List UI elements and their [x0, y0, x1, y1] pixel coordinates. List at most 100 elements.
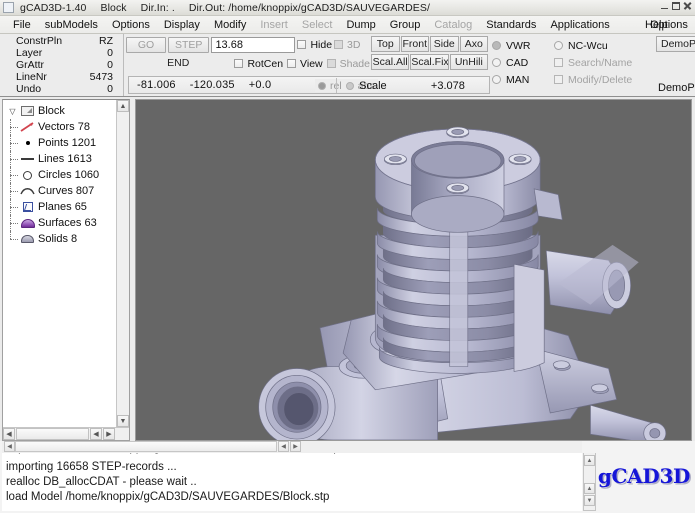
radio-icon[interactable]: [492, 41, 501, 50]
command-button-row: GO STEP 13.68 Hide 3D: [126, 36, 370, 53]
scale-fix-button[interactable]: Scal.Fix: [410, 54, 449, 70]
mode-cad[interactable]: CAD: [492, 54, 550, 71]
view-checkbox[interactable]: View: [287, 58, 323, 70]
scroll-down-arrow-icon[interactable]: ▼: [117, 415, 129, 427]
mode-vwr-label: VWR: [506, 39, 531, 52]
scrollbar-thumb[interactable]: [16, 428, 89, 440]
tree-node-surfaces[interactable]: Surfaces 63: [3, 215, 129, 231]
scroll-left-arrow-icon[interactable]: ◀: [4, 441, 15, 452]
checkbox-box-icon[interactable]: [297, 40, 307, 49]
status-label-layer: Layer: [16, 47, 43, 59]
3d-model-render: [136, 100, 691, 440]
mode-cad-label: CAD: [506, 56, 529, 69]
menu-item-options[interactable]: Options: [105, 19, 157, 31]
view-button-row-2: Scal.All Scal.Fix UnHili: [371, 54, 488, 70]
demoplug-label: DemoPlug: [658, 82, 695, 94]
view-axo-button[interactable]: Axo: [459, 36, 488, 52]
checkbox-box-icon[interactable]: [334, 40, 344, 49]
scroll-right-arrow-icon[interactable]: ◀: [278, 441, 289, 452]
demoplug-button[interactable]: DemoPlug: [656, 36, 695, 52]
gcad3d-application-window: gCAD3D-1.40 Block Dir.In: . Dir.Out: /home/…: [0, 0, 695, 513]
step-button[interactable]: STEP: [168, 36, 210, 53]
menu-item-standards[interactable]: Standards: [479, 19, 543, 31]
title-model-name: Block: [100, 1, 127, 14]
radio-icon[interactable]: [492, 75, 501, 84]
console-horizontal-scrollbar[interactable]: ◀ ◀ ▶: [2, 441, 582, 453]
mode-vwr[interactable]: VWR: [492, 37, 550, 54]
mode-man[interactable]: MAN: [492, 71, 550, 88]
scale-value: +3.078: [430, 79, 465, 92]
scale-label: Scale: [359, 79, 387, 92]
console-vertical-scrollbar[interactable]: ▲ ▲ ▼: [583, 453, 596, 511]
maximize-icon[interactable]: [672, 1, 680, 10]
scroll-right-arrow-icon[interactable]: ◀: [90, 428, 102, 440]
minimize-icon[interactable]: [661, 2, 669, 10]
menu-item-file[interactable]: File: [6, 19, 38, 31]
status-value-grattr: 0: [107, 59, 113, 71]
menu-item-dump[interactable]: Dump: [339, 19, 382, 31]
chevron-down-icon[interactable]: ▽: [6, 107, 19, 116]
status-value-linenr: 5473: [89, 71, 113, 83]
3d-checkbox-label: 3D: [347, 38, 361, 51]
scroll-down-arrow-icon[interactable]: ▼: [584, 495, 595, 506]
checkbox-box-icon[interactable]: [234, 59, 244, 68]
checkbox-box-icon[interactable]: [326, 59, 336, 68]
coordinate-bar: -81.006 -120.035 +0.0 rel abs Scale +3.078: [128, 76, 490, 94]
shade-checkbox[interactable]: Shade: [326, 58, 370, 70]
coord-z: +0.0: [248, 79, 272, 91]
menu-item-options-right[interactable]: Options: [650, 19, 688, 31]
view-front-button[interactable]: Front: [400, 36, 429, 52]
tree-horizontal-scrollbar[interactable]: ◀ ◀ ▶: [3, 427, 129, 440]
scale-all-button[interactable]: Scal.All: [371, 54, 410, 70]
option-nc-wcu[interactable]: NC-Wcu: [554, 37, 654, 54]
scroll-up-arrow-icon[interactable]: ▲: [584, 455, 595, 466]
status-stack: ConstrPln RZ Layer 0 GrAttr 0 LineNr 547…: [0, 34, 124, 96]
menu-item-group[interactable]: Group: [383, 19, 428, 31]
go-button[interactable]: GO: [126, 36, 166, 53]
console-output[interactable]: import Model /home/knoppix/gCAD3D/SAUVEG…: [2, 453, 582, 511]
tree-node-points[interactable]: Points 1201: [3, 135, 129, 151]
radio-icon[interactable]: [492, 58, 501, 67]
3d-viewport[interactable]: [135, 99, 692, 441]
tree-node-planes[interactable]: Planes 65: [3, 199, 129, 215]
toolbar: ConstrPln RZ Layer 0 GrAttr 0 LineNr 547…: [0, 34, 695, 97]
scroll-left-arrow-icon[interactable]: ◀: [3, 428, 15, 440]
tree-node-circles[interactable]: Circles 1060: [3, 167, 129, 183]
scrollbar-thumb[interactable]: [15, 441, 277, 452]
scroll-right-arrow-icon-2[interactable]: ▶: [103, 428, 115, 440]
radio-icon[interactable]: [554, 41, 563, 50]
tree-node-solids[interactable]: Solids 8: [3, 231, 129, 247]
radio-icon[interactable]: [318, 81, 326, 90]
3d-checkbox[interactable]: 3D: [334, 39, 360, 51]
status-value-constrpln: RZ: [99, 35, 113, 47]
end-button[interactable]: END: [126, 56, 230, 72]
tree-vertical-scrollbar[interactable]: ▲ ▼: [116, 100, 129, 427]
close-icon[interactable]: [683, 1, 692, 10]
command-input[interactable]: 13.68: [211, 36, 296, 53]
status-value-undo: 0: [107, 83, 113, 95]
tree-branch-line: [6, 135, 19, 151]
tree-node-block[interactable]: ▽ Block: [3, 103, 129, 119]
unhili-button[interactable]: UnHili: [449, 54, 488, 70]
option-search-name: Search/Name: [554, 54, 654, 71]
rotcen-checkbox[interactable]: RotCen: [234, 58, 283, 70]
scroll-right-arrow-icon-2[interactable]: ▶: [290, 441, 301, 452]
checkbox-box-icon[interactable]: [287, 59, 297, 68]
tree-node-vectors[interactable]: Vectors 78: [3, 119, 129, 135]
menu-item-modify[interactable]: Modify: [207, 19, 253, 31]
tree-node-lines[interactable]: Lines 1613: [3, 151, 129, 167]
scroll-up-arrow-icon[interactable]: ▲: [117, 100, 129, 112]
menu-item-applications[interactable]: Applications: [543, 19, 616, 31]
surface-icon: [19, 216, 36, 230]
scroll-up-arrow-icon-2[interactable]: ▲: [584, 483, 595, 494]
view-side-button[interactable]: Side: [430, 36, 459, 52]
status-row-constrpln: ConstrPln RZ: [6, 35, 119, 47]
console-line-0: import Model /home/knoppix/gCAD3D/SAUVEG…: [6, 453, 582, 460]
tree-node-curves[interactable]: Curves 807: [3, 183, 129, 199]
menu-item-help-options-overlap[interactable]: Help Options: [645, 18, 693, 32]
menu-item-submodels[interactable]: subModels: [38, 19, 105, 31]
menu-item-display[interactable]: Display: [157, 19, 207, 31]
hide-checkbox[interactable]: Hide: [297, 39, 332, 51]
view-top-button[interactable]: Top: [371, 36, 400, 52]
title-dirout-value: /home/knoppix/gCAD3D/SAUVEGARDES/: [228, 1, 430, 14]
